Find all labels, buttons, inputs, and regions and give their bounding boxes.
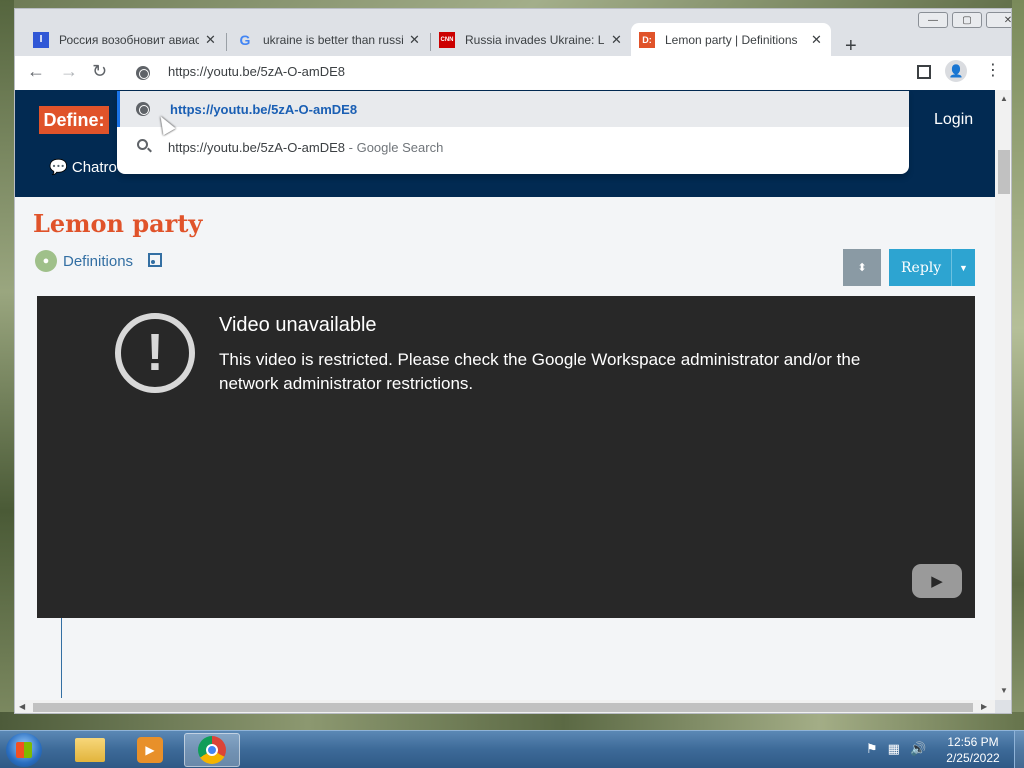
taskbar-clock[interactable]: 12:56 PM 2/25/2022 [938,734,1008,766]
desktop-background-bottom [0,712,1024,730]
chat-bubbles-icon: ● [35,250,57,272]
sort-button[interactable]: ⬍ [843,249,881,286]
desktop-background-left [0,0,14,730]
clock-time: 12:56 PM [947,735,999,749]
new-tab-button[interactable]: + [845,35,857,58]
folder-icon [75,738,105,762]
profile-avatar[interactable]: 👤 [945,60,967,82]
tab-close-icon[interactable]: ✕ [409,32,420,48]
rss-icon[interactable] [148,253,162,267]
omnibox[interactable]: https://youtu.be/5zA-O-amDE8 [117,58,909,86]
tab-close-icon[interactable]: ✕ [611,32,622,48]
search-icon [137,139,148,150]
start-button[interactable] [6,733,42,767]
omnibox-suggestions: https://youtu.be/5zA-O-amDE8 https://you… [117,91,909,174]
sidepanel-icon[interactable] [917,65,931,79]
clock-date: 2/25/2022 [946,751,1000,765]
taskbar-chrome[interactable] [184,733,240,767]
windows-logo-icon [16,742,32,758]
scroll-thumb-horizontal[interactable] [33,703,973,712]
suggestion-search-text: https://youtu.be/5zA-O-amDE8 - Google Se… [168,140,443,155]
login-link[interactable]: Login [934,111,973,129]
page-title: Lemon party [33,209,203,238]
thread-line [61,618,62,698]
scroll-thumb[interactable] [998,150,1010,194]
category-label: Definitions [63,252,134,270]
warning-icon: ! [115,313,195,393]
tab-title: Russia invades Ukraine: Live updates [465,32,605,47]
site-logo[interactable]: Define: [39,106,109,134]
system-tray: ⚑ ▦ 🔊 [866,741,926,757]
scroll-down-icon[interactable]: ▼ [1000,686,1008,695]
nav-chatroom-label: Chatro [71,159,117,176]
suggestion-search-query: https://youtu.be/5zA-O-amDE8 [168,140,346,155]
scroll-right-icon[interactable]: ▶ [981,702,987,711]
tab-lemon-party[interactable]: D: Lemon party | Definitions ✕ [631,23,831,56]
video-error-message: This video is restricted. Please check t… [219,350,861,393]
desktop-background-right [1012,0,1024,730]
scroll-left-icon[interactable]: ◀ [19,702,25,711]
tab-strip: I Россия возобновит авиасообщение ✕ G uk… [15,21,1011,57]
video-error-heading: Video unavailable [219,314,377,336]
tab-title: Россия возобновит авиасообщение [59,32,199,47]
menu-kebab-icon[interactable]: ⋮ [985,60,1001,80]
taskbar-media-player[interactable]: ▶ [122,733,178,767]
horizontal-scrollbar[interactable]: ◀ ▶ [15,700,995,713]
youtube-logo-icon[interactable]: ▶ [912,564,962,598]
flag-icon[interactable]: ⚑ [866,741,878,757]
tab-close-icon[interactable]: ✕ [811,32,822,48]
tab-close-icon[interactable]: ✕ [205,32,216,48]
category-link[interactable]: ● Definitions [35,250,133,272]
reload-button[interactable]: ↻ [92,61,107,82]
reply-label: Reply [901,259,942,276]
tab-title: ukraine is better than russia [263,32,403,47]
tab-favicon-icon: I [33,31,49,48]
network-icon[interactable]: ▦ [888,741,900,757]
windows-taskbar: ▶ ⚑ ▦ 🔊 12:56 PM 2/25/2022 [0,730,1024,768]
volume-icon[interactable]: 🔊 [910,741,926,757]
taskbar-explorer[interactable] [62,733,118,767]
back-button[interactable]: ← [27,61,45,82]
browser-toolbar: ← → ↻ https://youtu.be/5zA-O-amDE8 👤 ⋮ [15,56,1011,90]
tab-google-search[interactable]: G ukraine is better than russia ✕ [229,23,429,56]
reply-button[interactable]: Reply ▼ [889,249,975,286]
suggestion-url-text: https://youtu.be/5zA-O-amDE8 [170,102,358,117]
define-favicon-icon: D: [639,31,655,48]
nav-chatroom-link[interactable]: 💬 Chatro [49,158,117,176]
tab-title: Lemon party | Definitions [665,32,798,47]
tab-cnn[interactable]: CNN Russia invades Ukraine: Live updates… [431,23,631,56]
suggestion-url[interactable]: https://youtu.be/5zA-O-amDE8 [117,91,909,127]
google-favicon-icon: G [239,31,251,48]
reply-dropdown-icon[interactable]: ▼ [951,249,975,286]
forward-button[interactable]: → [60,61,78,82]
show-desktop-button[interactable] [1014,731,1024,768]
tab-russia[interactable]: I Россия возобновит авиасообщение ✕ [25,23,225,56]
globe-icon [136,102,150,116]
chrome-icon [198,736,226,764]
scroll-up-icon[interactable]: ▲ [1000,94,1008,103]
globe-icon [136,66,150,80]
cnn-favicon-icon: CNN [439,31,455,48]
page-viewport: Define: Login 💬 Chatro Lemon party ● Def… [15,90,995,700]
tab-separator [226,33,227,51]
vertical-scrollbar[interactable]: ▲ ▼ [995,90,1011,700]
media-player-icon: ▶ [137,737,163,763]
video-embed[interactable]: ! Video unavailable This video is restri… [37,296,975,618]
suggestion-search-suffix: - Google Search [345,140,444,155]
omnibox-url[interactable]: https://youtu.be/5zA-O-amDE8 [168,64,345,79]
